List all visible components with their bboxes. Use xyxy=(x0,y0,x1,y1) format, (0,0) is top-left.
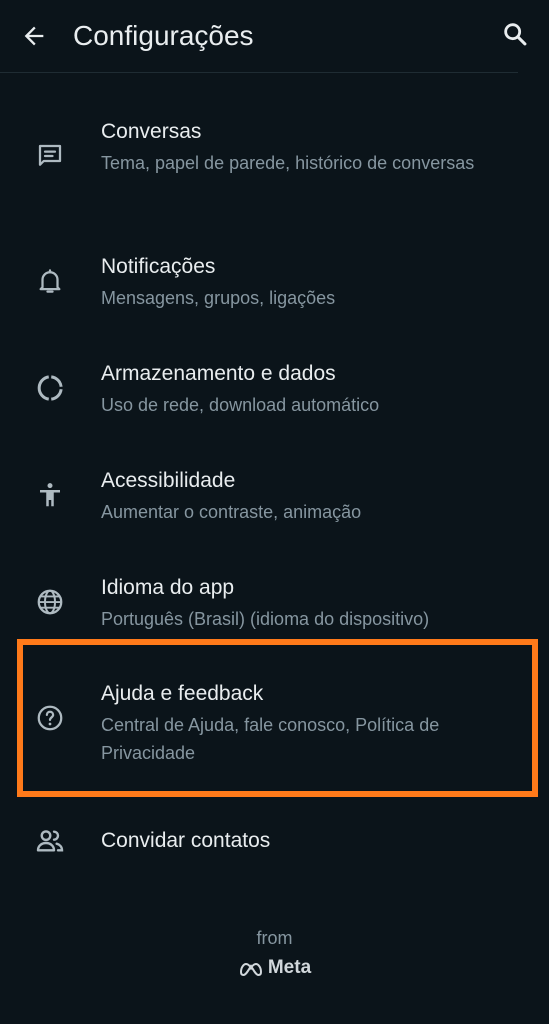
settings-item-text: Idioma do app Português (Brasil) (idioma… xyxy=(101,574,519,633)
settings-item-language[interactable]: Idioma do app Português (Brasil) (idioma… xyxy=(0,574,549,638)
header-divider xyxy=(0,72,518,73)
search-icon xyxy=(504,23,527,46)
footer-from: from xyxy=(256,928,293,948)
settings-item-icon xyxy=(32,263,68,299)
settings-item-subtitle: Uso de rede, download automático xyxy=(101,395,380,415)
settings-item-icon xyxy=(32,823,68,859)
app-bar: Configurações xyxy=(0,0,549,72)
accessibility-person-icon xyxy=(40,483,60,507)
settings-item-accessibility[interactable]: Acessibilidade Aumentar o contraste, ani… xyxy=(0,467,549,531)
chat-lines-icon xyxy=(38,144,62,166)
footer: from Meta xyxy=(0,925,549,979)
settings-item-subtitle: Aumentar o contraste, animação xyxy=(101,502,362,522)
search-button[interactable] xyxy=(499,18,531,50)
settings-item-icon xyxy=(32,370,68,406)
settings-item-chats[interactable]: Conversas Tema, papel de parede, históri… xyxy=(0,118,549,210)
meta-logo: Meta xyxy=(0,957,549,979)
page-title: Configurações xyxy=(73,20,254,51)
settings-item-subtitle: Mensagens, grupos, ligações xyxy=(101,288,336,308)
settings-item-label: Acessibilidade xyxy=(101,469,236,492)
meta-brand-text: Meta xyxy=(267,957,312,978)
settings-item-invite[interactable]: Convidar contatos xyxy=(0,827,549,863)
settings-item-subtitle: Português (Brasil) (idioma do dispositiv… xyxy=(101,609,430,629)
bell-icon xyxy=(39,269,61,293)
settings-item-label: Conversas xyxy=(101,120,202,143)
arrow-left-icon xyxy=(24,26,44,46)
back-button[interactable] xyxy=(18,20,50,52)
settings-item-label: Convidar contatos xyxy=(101,829,271,852)
highlight-box xyxy=(17,639,538,797)
settings-item-text: Conversas Tema, papel de parede, históri… xyxy=(101,118,519,177)
settings-item-icon xyxy=(32,584,68,620)
settings-item-icon xyxy=(32,477,68,513)
settings-item-subtitle: Tema, papel de parede, histórico de conv… xyxy=(101,153,475,173)
globe-icon xyxy=(37,589,63,615)
settings-item-notifications[interactable]: Notificações Mensagens, grupos, ligações xyxy=(0,253,549,317)
storage-ring-icon xyxy=(37,375,63,401)
settings-item-text: Convidar contatos xyxy=(101,827,519,855)
meta-infinity-icon xyxy=(239,962,262,976)
settings-item-label: Idioma do app xyxy=(101,576,235,599)
people-icon xyxy=(36,830,64,852)
settings-item-icon xyxy=(32,138,68,174)
settings-item-text: Acessibilidade Aumentar o contraste, ani… xyxy=(101,467,519,526)
settings-item-text: Notificações Mensagens, grupos, ligações xyxy=(101,253,519,312)
settings-item-storage[interactable]: Armazenamento e dados Uso de rede, downl… xyxy=(0,360,549,424)
settings-item-label: Armazenamento e dados xyxy=(101,362,336,385)
settings-item-text: Armazenamento e dados Uso de rede, downl… xyxy=(101,360,519,419)
settings-item-label: Notificações xyxy=(101,255,216,278)
